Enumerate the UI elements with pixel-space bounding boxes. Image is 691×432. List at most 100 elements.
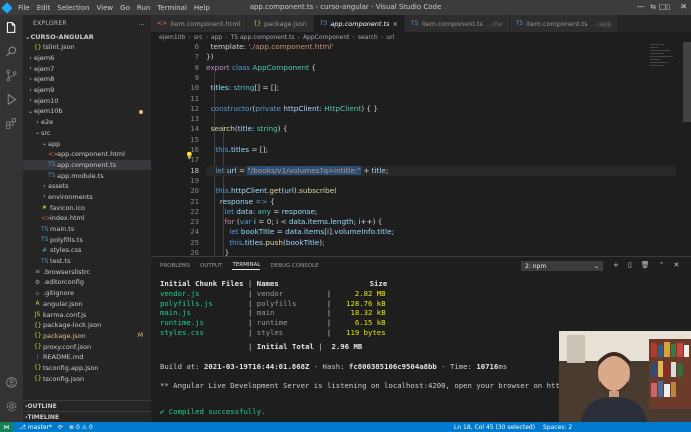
- tree-file[interactable]: {} package.json M: [23, 331, 151, 342]
- panel-tab-output[interactable]: OUTPUT: [200, 263, 222, 269]
- indentation[interactable]: Spaces: 2: [543, 424, 572, 431]
- code-editor[interactable]: 6789101112131415161718192021222324252627…: [151, 42, 683, 256]
- tree-file[interactable]: Aangular.json: [23, 299, 151, 310]
- tree-folder[interactable]: › assets: [23, 181, 151, 192]
- tree-file[interactable]: ≡ .browserslistrc: [23, 266, 151, 277]
- code-content[interactable]: template: './app.component.html' }) expo…: [206, 42, 676, 256]
- trash-icon[interactable]: 🗑: [641, 261, 650, 269]
- menu-go[interactable]: Go: [120, 4, 130, 12]
- editor-tab[interactable]: <> item.component.html: [151, 15, 248, 32]
- breadcrumb-item[interactable]: src: [194, 34, 203, 41]
- split-terminal-icon[interactable]: ▯: [628, 261, 632, 269]
- git-branch[interactable]: ⎇ master*: [19, 424, 52, 431]
- menu-view[interactable]: View: [97, 4, 114, 12]
- tree-file[interactable]: TS main.ts: [23, 224, 151, 235]
- minimap[interactable]: [650, 42, 675, 82]
- tree-folder[interactable]: › e2e: [23, 117, 151, 128]
- tree-folder[interactable]: › ejem10: [23, 95, 151, 106]
- tree-file[interactable]: # styles.css: [23, 245, 151, 256]
- account-icon[interactable]: [0, 370, 23, 394]
- tree-file[interactable]: {} tslint.json: [23, 42, 151, 53]
- menu-edit[interactable]: Edit: [37, 4, 51, 12]
- maximize-panel-icon[interactable]: ⌃: [659, 261, 665, 269]
- tree-file[interactable]: i README.md: [23, 352, 151, 363]
- tree-file[interactable]: {} tsconfig.app.json: [23, 363, 151, 374]
- tree-file[interactable]: ⚙ .editorconfig: [23, 277, 151, 288]
- tree-folder[interactable]: › ejem8: [23, 74, 151, 85]
- search-icon[interactable]: [0, 39, 23, 63]
- close-panel-icon[interactable]: ✕: [674, 261, 680, 269]
- panel-actions: + ▯ 🗑 ⌃ ✕: [613, 261, 679, 269]
- sync-icon[interactable]: ⟳: [58, 424, 63, 431]
- editor-tab[interactable]: TS item.component.ts .../app: [509, 15, 619, 32]
- editor-tab[interactable]: {} package.json: [247, 15, 314, 32]
- breadcrumb-item[interactable]: TS app.component.ts: [231, 34, 295, 41]
- panel-tab-terminal[interactable]: TERMINAL: [232, 262, 261, 270]
- tree-file[interactable]: ◆ .gitignore: [23, 288, 151, 299]
- tree-item-label: .editorconfig: [43, 278, 84, 287]
- remote-icon[interactable]: ⋈: [0, 422, 13, 432]
- tree-file[interactable]: JS karma.conf.js: [23, 309, 151, 320]
- breadcrumb-item[interactable]: AppComponent: [303, 34, 350, 41]
- tree-file[interactable]: {} package-lock.json: [23, 320, 151, 331]
- menu-run[interactable]: Run: [137, 4, 150, 12]
- editor-tab[interactable]: TS app.component.ts ×: [313, 15, 405, 32]
- tree-folder[interactable]: ⌄ app: [23, 138, 151, 149]
- problems-count[interactable]: ⊗ 0 ⚠ 0: [69, 424, 93, 431]
- editor-scrollbar[interactable]: [683, 42, 691, 122]
- minimize-icon[interactable]: —: [637, 2, 645, 11]
- tree-folder[interactable]: › ejem6: [23, 53, 151, 64]
- tree-file[interactable]: TS app.component.ts: [23, 159, 151, 171]
- chevron-right-icon: ›: [36, 118, 39, 126]
- more-actions-icon[interactable]: ...: [138, 20, 145, 27]
- tree-file[interactable]: <> index.html: [23, 213, 151, 224]
- breadcrumb-item[interactable]: ejem10b: [159, 34, 185, 41]
- code-line: titles: string[] = [];: [210, 83, 280, 93]
- line-number-gutter: 6789101112131415161718192021222324252627…: [151, 42, 201, 256]
- source-control-icon[interactable]: [0, 63, 23, 87]
- tree-file[interactable]: TS polyfills.ts: [23, 234, 151, 245]
- explorer-header: EXPLORER ...: [23, 15, 151, 31]
- tree-file[interactable]: {} proxy.conf.json: [23, 341, 151, 352]
- tree-folder[interactable]: › ejem9: [23, 85, 151, 96]
- menu-terminal[interactable]: Terminal: [157, 4, 187, 12]
- tree-folder[interactable]: › environments: [23, 192, 151, 203]
- timeline-section[interactable]: › TIMELINE: [23, 411, 151, 422]
- outline-section[interactable]: › OUTLINE: [23, 400, 151, 411]
- chunk-file: main.js: [160, 308, 191, 318]
- project-root[interactable]: ⌄ CURSO-ANGULAR: [23, 31, 151, 42]
- tree-folder[interactable]: ⌄ ejem10b: [23, 106, 151, 117]
- breadcrumb-item[interactable]: app: [211, 34, 222, 41]
- terminal-select[interactable]: 2: npm ⌄: [521, 261, 603, 271]
- explorer-icon[interactable]: [0, 15, 23, 39]
- new-terminal-icon[interactable]: +: [613, 261, 619, 269]
- lightbulb-icon[interactable]: 💡: [185, 152, 194, 160]
- tree-file[interactable]: <> app.component.html: [23, 149, 151, 160]
- menu-file[interactable]: File: [18, 4, 30, 12]
- tree-file[interactable]: TS app.module.ts: [23, 170, 151, 181]
- file-type-icon: TS: [41, 236, 49, 244]
- code-line: constructor(private httpClient: HttpClie…: [210, 103, 379, 113]
- breadcrumb-item[interactable]: url: [386, 34, 394, 41]
- editor-tab[interactable]: TS item.component.ts .../ite: [404, 15, 510, 32]
- panel-tab-debug-console[interactable]: DEBUG CONSOLE: [270, 263, 318, 269]
- compare-icon[interactable]: ⇆: [650, 3, 656, 11]
- close-tab-icon[interactable]: ×: [392, 20, 397, 28]
- more-actions-icon[interactable]: ⋯: [680, 3, 687, 11]
- chunk-name: vendor: [256, 288, 284, 298]
- tree-file[interactable]: ★ favicon.ico: [23, 202, 151, 213]
- menu-selection[interactable]: Selection: [57, 4, 89, 12]
- settings-gear-icon[interactable]: [0, 394, 23, 418]
- tree-file[interactable]: TS test.ts: [23, 256, 151, 267]
- split-editor-icon[interactable]: ▯: [666, 3, 670, 11]
- panel-tab-problems[interactable]: PROBLEMS: [160, 263, 190, 269]
- extensions-icon[interactable]: [0, 111, 23, 135]
- menu-help[interactable]: Help: [194, 4, 210, 12]
- hash-prefix: - Hash:: [309, 362, 349, 371]
- tree-folder[interactable]: › ejem7: [23, 63, 151, 74]
- run-debug-icon[interactable]: [0, 87, 23, 111]
- tree-file[interactable]: {} tsconfig.json: [23, 373, 151, 384]
- breadcrumb-item[interactable]: search: [358, 34, 378, 41]
- cursor-position[interactable]: Ln 18, Col 45 (30 selected): [454, 424, 535, 431]
- tree-folder[interactable]: ⌄ src: [23, 128, 151, 139]
